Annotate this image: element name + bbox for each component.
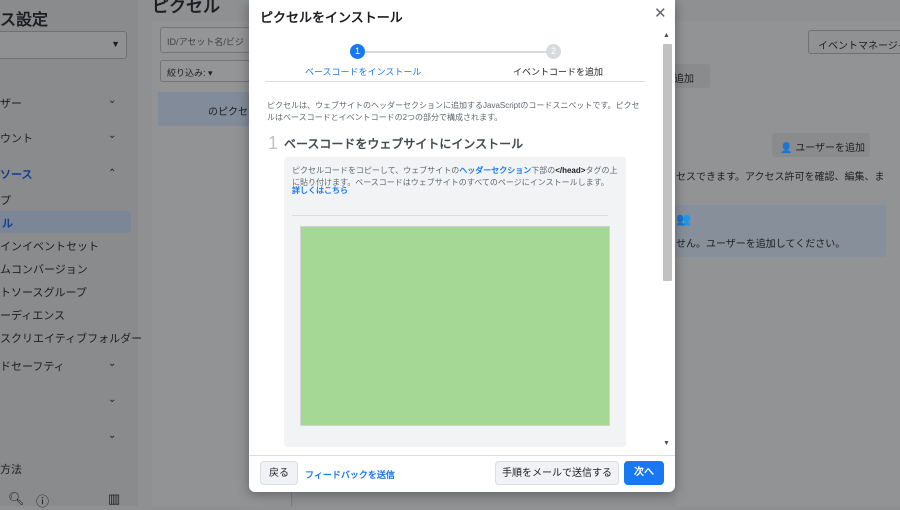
filter-dropdown[interactable]: 絞り込み: ▾: [160, 60, 250, 82]
empty-state-text: せん。ユーザーを追加してください。: [676, 239, 846, 250]
feedback-link[interactable]: フィードバックを送信: [305, 468, 395, 481]
step-2-indicator: 2: [546, 44, 561, 59]
code-divider: [292, 215, 608, 216]
sidebar-item-custom-conversions[interactable]: ムコンバージョン: [0, 261, 88, 277]
instructions-part-2: 下部の: [531, 166, 556, 175]
sidebar-item-catalog[interactable]: プ: [0, 192, 11, 208]
sidebar-item-event-source-groups[interactable]: トソースグループ: [0, 284, 87, 300]
install-pixel-dialog: ピクセルをインストール ✕ 1 2 ベースコードをインストール イベントコードを…: [249, 0, 675, 492]
filter-label: 絞り込み:: [167, 68, 206, 78]
add-user-button[interactable]: 👤 ユーザーを追加: [772, 133, 870, 157]
intro-text: ピクセルは、ウェブサイトのヘッダーセクションに追加するJavaScriptのコー…: [267, 101, 640, 122]
sidebar-item-data-sources[interactable]: ソース: [0, 166, 32, 182]
add-user-label: ユーザーを追加: [795, 143, 866, 154]
email-instructions-button[interactable]: 手順をメールで送信する: [495, 461, 619, 485]
panel-toggle-icon[interactable]: ▥: [108, 491, 120, 507]
person-icon: 👤: [780, 143, 793, 154]
dialog-scrollbar[interactable]: ▲ ▼: [661, 30, 673, 452]
event-manager-button[interactable]: イベントマネージャ: [808, 30, 900, 54]
sidebar-item-pixels[interactable]: ル: [2, 215, 13, 231]
instructions-part-1: ピクセルコードをコピーして、ウェブサイトの: [292, 166, 460, 175]
scroll-up-icon[interactable]: ▲: [663, 32, 670, 39]
chevron-down-icon: ▾: [208, 68, 213, 78]
search-input[interactable]: ID/アセット名/ビジ: [160, 27, 260, 53]
close-icon[interactable]: ✕: [654, 4, 667, 22]
header-section-link[interactable]: ヘッダーセクション: [459, 166, 531, 175]
step-2-label: イベントコードを追加: [513, 67, 604, 77]
dialog-footer: 戻る フィードバックを送信 手順をメールで送信する 次へ: [249, 455, 675, 492]
access-description: セスできます。アクセス許可を確認、編集、ま: [676, 172, 885, 183]
sidebar-item-users[interactable]: ザー: [0, 95, 22, 111]
stepper-track: [357, 51, 553, 53]
section-number: 1: [268, 133, 279, 153]
sidebar-item-payment-methods[interactable]: 方法: [0, 461, 22, 477]
chevron-down-icon[interactable]: ⌄: [108, 358, 116, 369]
back-button[interactable]: 戻る: [260, 461, 298, 485]
stepper-divider: [265, 81, 645, 82]
help-icon[interactable]: ⓘ: [36, 491, 49, 510]
caret-down-icon: ▼: [111, 39, 120, 49]
next-button[interactable]: 次へ: [624, 461, 664, 485]
section-title: ベースコードをウェブサイトにインストール: [284, 137, 524, 151]
page-title: ピクセル: [152, 0, 220, 16]
chevron-up-icon[interactable]: ⌃: [108, 168, 116, 179]
sidebar-item-brand-safety[interactable]: ドセーフティ: [0, 358, 65, 374]
chevron-down-icon[interactable]: ⌄: [108, 130, 116, 141]
business-selector[interactable]: ▼: [0, 31, 127, 59]
people-icon: 👥: [676, 212, 691, 226]
stepper: 1 2 ベースコードをインストール イベントコードを追加: [265, 44, 645, 84]
sidebar-item-accounts[interactable]: ウント: [0, 130, 33, 146]
sidebar-title: ス設定: [0, 12, 49, 29]
code-panel: ピクセルコードをコピーして、ウェブサイトのヘッダーセクション下部の</head>…: [284, 157, 626, 447]
sidebar-item-creative-folders[interactable]: スクリエイティブフォルダー: [0, 330, 142, 346]
sidebar-item-audiences[interactable]: ーディエンス: [0, 307, 65, 323]
scrollbar-thumb[interactable]: [663, 44, 672, 281]
sidebar: ス設定 ▼ ザー ⌄ ウント ⌄ ソース ⌃ プ ル インイベントセット ムコン…: [0, 0, 142, 509]
chevron-down-icon[interactable]: ⌄: [108, 394, 116, 405]
detail-panel: [676, 21, 900, 506]
sidebar-item-offline-event-sets[interactable]: インイベントセット: [0, 238, 99, 254]
search-icon[interactable]: 🔍︎: [8, 491, 25, 507]
step-1-label: ベースコードをインストール: [305, 67, 422, 77]
pixel-code-box[interactable]: [300, 226, 610, 426]
learn-more-link[interactable]: 詳しくはこちら: [292, 185, 348, 196]
dialog-title: ピクセルをインストール: [260, 10, 403, 25]
chevron-down-icon[interactable]: ⌄: [108, 95, 116, 106]
head-tag: </head>: [555, 166, 586, 175]
scroll-down-icon[interactable]: ▼: [663, 440, 670, 447]
step-1-indicator: 1: [350, 44, 365, 59]
sidebar-active-highlight: [0, 211, 131, 233]
dialog-content: 1 2 ベースコードをインストール イベントコードを追加 ピクセルは、ウェブサイ…: [249, 28, 675, 454]
chevron-down-icon[interactable]: ⌄: [108, 430, 116, 441]
